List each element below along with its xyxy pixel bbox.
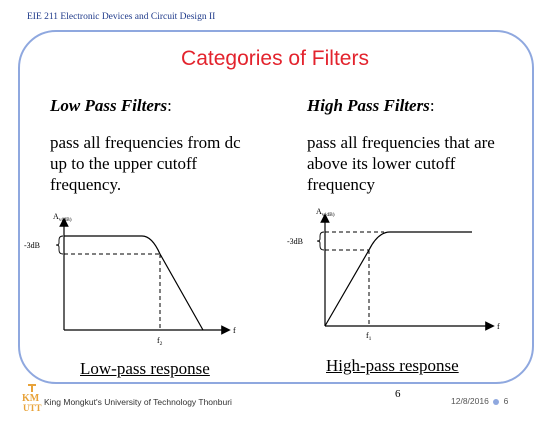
university-name: King Mongkut's University of Technology … bbox=[44, 397, 232, 407]
high-pass-3db-brace bbox=[316, 231, 325, 251]
separator-dot-icon bbox=[493, 398, 500, 405]
high-pass-x-label: f bbox=[497, 322, 500, 331]
kmutt-logo: KM UTT bbox=[22, 384, 42, 412]
high-pass-y-label: Av(dB) bbox=[316, 207, 335, 218]
slide-number: 6 bbox=[503, 396, 509, 406]
page-number: 6 bbox=[395, 388, 401, 400]
svg-text:UTT: UTT bbox=[23, 403, 42, 412]
slide-date: 12/8/2016 bbox=[451, 396, 489, 406]
low-pass-caption: Low-pass response bbox=[80, 359, 210, 378]
high-pass-caption: High-pass response bbox=[326, 356, 459, 375]
high-pass-3db-label: -3dB bbox=[287, 237, 303, 246]
high-pass-cutoff-label: f1 bbox=[366, 331, 372, 342]
high-pass-curve bbox=[324, 231, 472, 327]
footer-date-block: 12/8/2016 6 bbox=[451, 396, 508, 406]
